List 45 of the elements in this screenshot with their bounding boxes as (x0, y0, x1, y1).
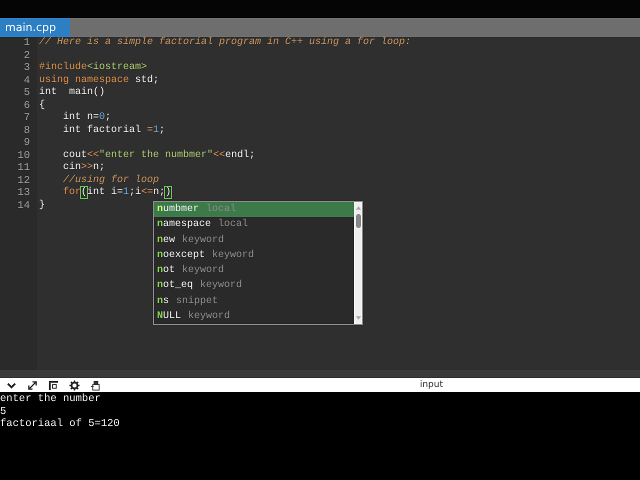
line-number: 7 (22, 112, 30, 124)
code-line: cout<<"enter the numbmer"<<endl; (63, 150, 256, 160)
line-number: 9 (22, 137, 30, 150)
code-line: using namespace std; (39, 74, 160, 86)
code-line: cin>>n; (63, 162, 106, 173)
panel-icon[interactable] (48, 380, 59, 390)
console-line: 5 (0, 406, 8, 418)
code-line: // Here is a simple factorial program in C++ using a for loop: (39, 37, 412, 48)
code-line: } (39, 200, 46, 210)
code-line: for(int i=1;i<=n;) (63, 187, 172, 198)
code-line: int n=0; (63, 112, 112, 123)
line-number: 11 (16, 162, 30, 174)
line-number: 5 (22, 87, 30, 100)
suggestion-item[interactable]: not keyword (154, 263, 354, 278)
line-number: 12 (16, 174, 30, 187)
line-number: 1 (22, 37, 30, 50)
line-number: 14 (16, 200, 30, 212)
suggestion-item[interactable]: not_eq keyword (154, 278, 354, 294)
scroll-thumb[interactable] (356, 214, 360, 228)
line-number: 13 (16, 187, 30, 200)
code-line: int main() (39, 87, 106, 98)
expand-icon[interactable] (27, 380, 38, 390)
code-line: { (39, 100, 46, 110)
suggestion-item[interactable]: NULL keyword (154, 308, 354, 324)
console-title: input (420, 380, 443, 390)
suggestion-item[interactable]: namespace local (154, 217, 354, 232)
line-number: 2 (22, 50, 30, 62)
code-line: //using for loop (63, 174, 160, 186)
line-number: 6 (22, 100, 30, 112)
line-number: 4 (22, 74, 30, 87)
suggestion-item[interactable]: noexcept keyword (154, 248, 354, 263)
settings-icon[interactable] (69, 380, 80, 390)
suggestion-item[interactable]: ns snippet (154, 294, 354, 309)
scrollbar[interactable] (354, 202, 362, 324)
console-line: factoriaal of 5=120 (0, 418, 121, 430)
code-editor[interactable] (0, 37, 640, 370)
line-number: 3 (22, 62, 30, 74)
code-line: #include<iostream> (39, 62, 148, 73)
line-number: 8 (22, 124, 30, 137)
console-line: enter the number (0, 393, 102, 406)
code-line: int factorial =1; (63, 124, 166, 136)
suggestion-item[interactable]: numbmer local (154, 202, 354, 218)
suggestion-item[interactable]: new keyword (154, 232, 354, 248)
line-number: 10 (16, 150, 30, 162)
file-tab[interactable]: main.cpp (0, 18, 70, 37)
